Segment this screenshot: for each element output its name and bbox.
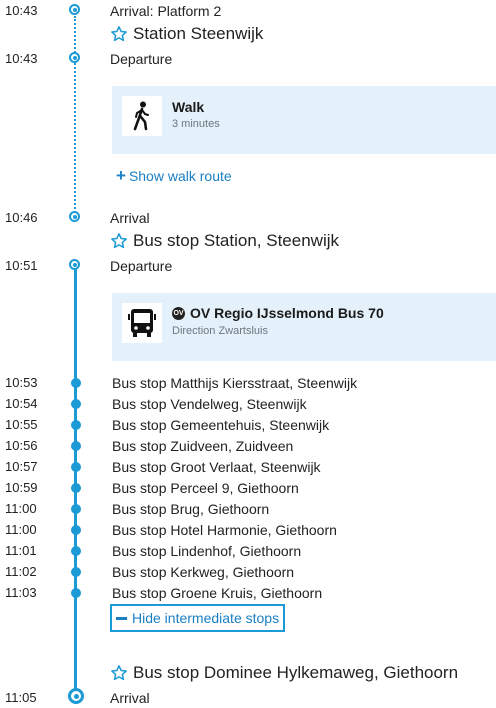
departure-label: Departure <box>110 51 173 67</box>
station-name: Station Steenwijk <box>133 24 264 43</box>
arrival-label: Arrival <box>110 690 150 706</box>
timeline-node <box>69 52 80 63</box>
timeline-node <box>69 259 80 270</box>
walk-leg-card[interactable]: Walk 3 minutes <box>112 86 496 154</box>
bus-line-title: OV OV Regio IJsselmond Bus 70 <box>172 305 384 321</box>
stop-name[interactable]: Bus stop Zuidveen, Zuidveen <box>112 438 293 454</box>
arrival-time: 10:43 <box>5 3 38 18</box>
stop-time: 10:56 <box>5 438 38 453</box>
stop-name[interactable]: Bus stop Groot Verlaat, Steenwijk <box>112 459 321 475</box>
departure-time: 10:51 <box>5 258 38 273</box>
arrival-time: 10:46 <box>5 210 38 225</box>
stop-time: 11:02 <box>5 564 37 579</box>
stop-name[interactable]: Bus stop Brug, Giethoorn <box>112 501 269 517</box>
stop-dot <box>71 420 81 430</box>
walk-duration: 3 minutes <box>172 118 220 130</box>
stop-time: 11:00 <box>5 522 37 537</box>
bus-line-name: OV Regio IJsselmond Bus 70 <box>190 305 384 321</box>
stop-dot <box>71 399 81 409</box>
stop-name[interactable]: Bus stop Kerkweg, Giethoorn <box>112 564 294 580</box>
walk-route-line <box>74 16 76 216</box>
station-heading: Station Steenwijk <box>110 23 263 45</box>
hide-intermediate-stops-label: Hide intermediate stops <box>132 610 280 626</box>
walking-person-icon <box>122 96 162 136</box>
hide-intermediate-stops-button[interactable]: Hide intermediate stops <box>110 604 286 632</box>
stop-dot <box>71 546 81 556</box>
stop-name[interactable]: Bus stop Matthijs Kiersstraat, Steenwijk <box>112 375 357 391</box>
minus-icon <box>116 616 127 620</box>
stop-name[interactable]: Bus stop Hotel Harmonie, Giethoorn <box>112 522 337 538</box>
station-heading: Bus stop Dominee Hylkemaweg, Giethoorn <box>110 662 458 684</box>
stop-time: 10:57 <box>5 459 38 474</box>
ov-badge-icon: OV <box>172 306 185 320</box>
timeline-node <box>69 211 80 222</box>
star-icon[interactable] <box>110 664 128 682</box>
stop-dot <box>71 567 81 577</box>
departure-time: 10:43 <box>5 51 38 66</box>
stop-time: 10:54 <box>5 396 38 411</box>
stop-time: 10:53 <box>5 375 38 390</box>
walk-title: Walk <box>172 99 205 115</box>
stop-dot <box>71 462 81 472</box>
stop-dot <box>71 483 81 493</box>
stop-time: 10:59 <box>5 480 38 495</box>
bus-leg-card[interactable]: OV OV Regio IJsselmond Bus 70 Direction … <box>112 293 496 361</box>
station-heading: Bus stop Station, Steenwijk <box>110 230 339 252</box>
show-walk-route-label: Show walk route <box>128 168 232 184</box>
station-name: Bus stop Station, Steenwijk <box>133 231 340 250</box>
bus-route-line <box>74 265 77 695</box>
stop-dot <box>71 525 81 535</box>
stop-name[interactable]: Bus stop Gemeentehuis, Steenwijk <box>112 417 329 433</box>
bus-direction: Direction Zwartsluis <box>172 325 268 337</box>
stop-dot <box>71 378 81 388</box>
plus-icon: + <box>116 166 126 185</box>
stop-dot <box>71 504 81 514</box>
stop-time: 11:01 <box>5 543 37 558</box>
stop-time: 10:55 <box>5 417 38 432</box>
stop-dot <box>71 441 81 451</box>
station-name: Bus stop Dominee Hylkemaweg, Giethoorn <box>133 663 459 682</box>
star-icon[interactable] <box>110 25 128 43</box>
timeline-end-node <box>68 688 84 704</box>
bus-icon <box>122 303 162 343</box>
stop-dot <box>71 588 81 598</box>
arrival-label: Arrival <box>110 210 150 226</box>
departure-label: Departure <box>110 258 173 274</box>
star-icon[interactable] <box>110 232 128 250</box>
stop-time: 11:00 <box>5 501 37 516</box>
arrival-time: 11:05 <box>5 690 37 705</box>
show-walk-route-link[interactable]: + Show walk route <box>116 166 232 185</box>
stop-name[interactable]: Bus stop Lindenhof, Giethoorn <box>112 543 301 559</box>
stop-name[interactable]: Bus stop Groene Kruis, Giethoorn <box>112 585 322 601</box>
arrival-label: Arrival: Platform 2 <box>110 3 222 19</box>
stop-name[interactable]: Bus stop Vendelweg, Steenwijk <box>112 396 307 412</box>
stop-name[interactable]: Bus stop Perceel 9, Giethoorn <box>112 480 299 496</box>
timeline-node <box>69 4 80 15</box>
stop-time: 11:03 <box>5 585 37 600</box>
